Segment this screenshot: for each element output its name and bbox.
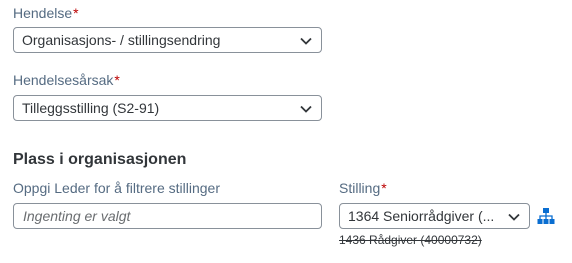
manager-filter-input[interactable]: Ingenting er valgt bbox=[13, 203, 322, 229]
chevron-down-icon bbox=[300, 105, 312, 113]
section-title: Plass i organisasjonen bbox=[13, 151, 187, 168]
position-select[interactable]: 1364 Seniorrådgiver (... bbox=[339, 203, 530, 229]
chevron-down-icon bbox=[508, 213, 520, 221]
event-reason-label-text: Hendelsesårsak bbox=[13, 72, 114, 88]
required-marker: * bbox=[73, 5, 79, 21]
event-select-value: Organisasjons- / stillingsendring bbox=[22, 32, 221, 48]
position-select-value: 1364 Seniorrådgiver (... bbox=[348, 208, 495, 224]
event-reason-select-value: Tilleggsstilling (S2-91) bbox=[22, 100, 160, 116]
required-marker: * bbox=[114, 72, 120, 88]
manager-filter-placeholder: Ingenting er valgt bbox=[23, 208, 131, 224]
position-label-text: Stilling bbox=[339, 180, 381, 196]
event-label: Hendelse* bbox=[13, 5, 79, 21]
event-reason-label: Hendelsesårsak* bbox=[13, 72, 120, 88]
manager-filter-label: Oppgi Leder for å filtrere stillinger bbox=[13, 180, 220, 196]
previous-position-value: 1436 Rådgiver (40000732) bbox=[339, 233, 482, 247]
position-label: Stilling* bbox=[339, 180, 387, 196]
hierarchy-icon[interactable] bbox=[537, 207, 555, 225]
event-select[interactable]: Organisasjons- / stillingsendring bbox=[13, 27, 322, 53]
chevron-down-icon bbox=[300, 37, 312, 45]
event-label-text: Hendelse bbox=[13, 5, 73, 21]
required-marker: * bbox=[381, 180, 387, 196]
event-reason-select[interactable]: Tilleggsstilling (S2-91) bbox=[13, 95, 322, 121]
